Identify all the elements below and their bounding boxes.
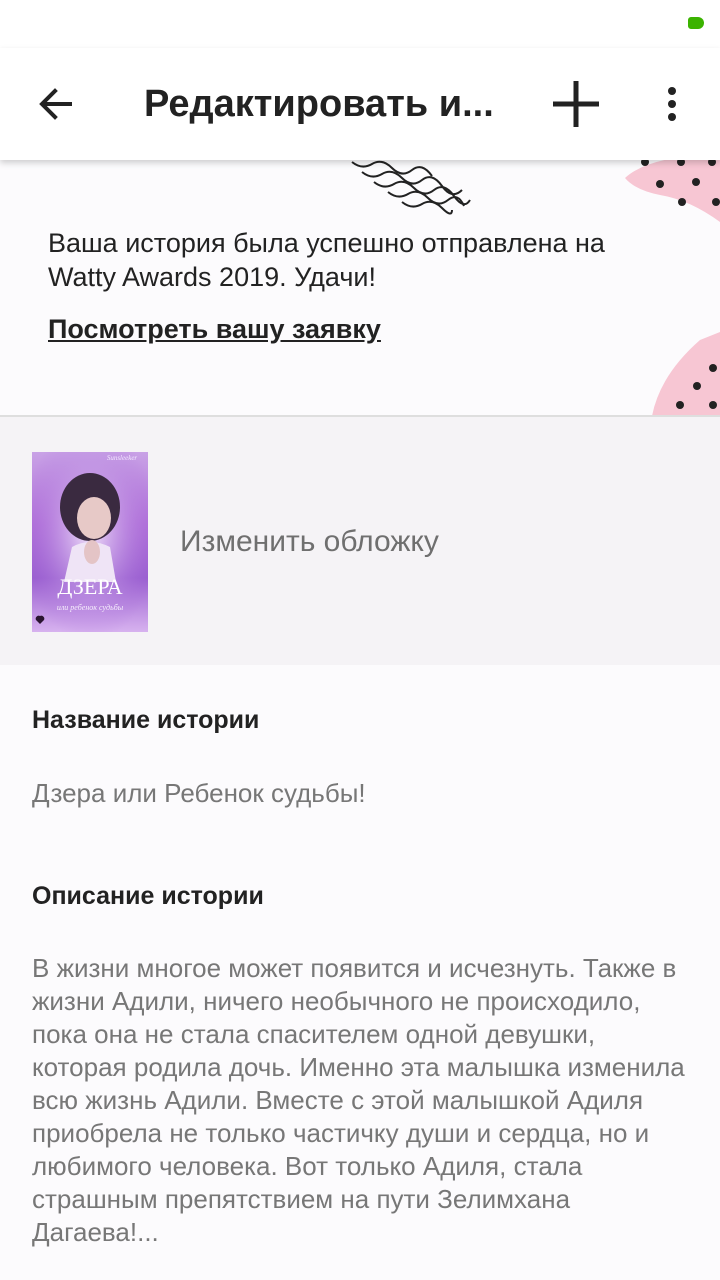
submission-message: Ваша история была успешно отправлена на …: [48, 228, 605, 292]
arrow-left-icon: [39, 88, 72, 120]
status-bar: [0, 0, 720, 48]
add-button[interactable]: [544, 72, 608, 136]
cover-section: Sunsleeker ДЗЕРА или ребенок судьбы Изме…: [0, 417, 720, 665]
app-bar: Редактировать и...: [0, 48, 720, 160]
plus-icon: [553, 81, 599, 127]
more-options-button[interactable]: [648, 72, 696, 136]
view-submission-link[interactable]: Посмотреть вашу заявку: [48, 314, 381, 345]
battery-icon: [688, 17, 704, 29]
cover-thumb-top-text: Sunsleeker: [107, 454, 138, 462]
cover-thumb-title: ДЗЕРА: [57, 574, 122, 599]
story-title-field[interactable]: Дзера или Ребенок судьбы!: [32, 778, 366, 809]
back-button[interactable]: [24, 72, 88, 136]
cover-thumbnail[interactable]: Sunsleeker ДЗЕРА или ребенок судьбы: [32, 452, 148, 632]
change-cover-label[interactable]: Изменить обложку: [180, 525, 439, 559]
cover-thumb-subtitle: или ребенок судьбы: [57, 603, 124, 612]
more-vertical-icon: [668, 87, 676, 121]
page-title: Редактировать и...: [144, 83, 494, 125]
story-description-field[interactable]: В жизни многое может появится и исчезнут…: [32, 952, 692, 1249]
submission-banner: Ваша история была успешно отправлена на …: [0, 160, 720, 416]
story-title-heading: Название истории: [32, 706, 260, 734]
story-description-heading: Описание истории: [32, 882, 264, 910]
cover-art-image: Sunsleeker ДЗЕРА или ребенок судьбы: [32, 452, 148, 632]
